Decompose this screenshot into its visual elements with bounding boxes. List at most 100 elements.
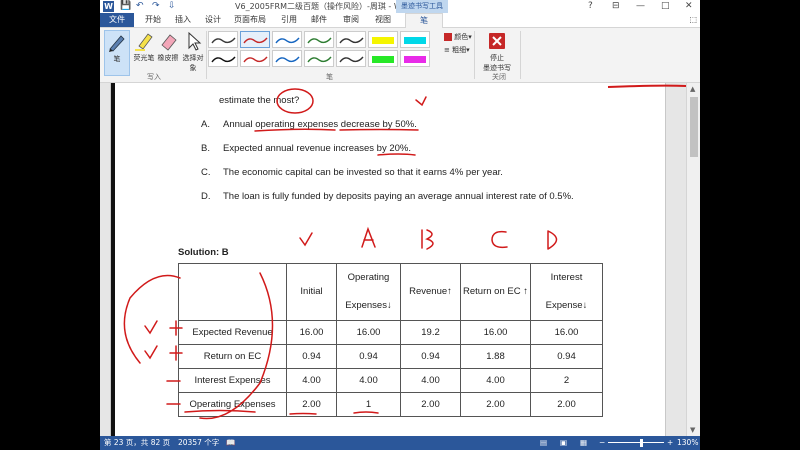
thickness-icon: ≡ xyxy=(444,46,450,54)
help-icon[interactable]: ? xyxy=(588,0,593,13)
tab-home[interactable]: 开始 xyxy=(140,13,166,27)
close-button[interactable]: ✕ xyxy=(685,0,693,13)
option-letter: A. xyxy=(201,119,210,130)
tab-view[interactable]: 视图 xyxy=(370,13,396,27)
user-avatar[interactable]: ⬚ xyxy=(689,13,697,27)
tab-design[interactable]: 设计 xyxy=(200,13,226,27)
document-page[interactable]: estimate the most? A. Annual operating e… xyxy=(110,83,666,436)
pen-style-swatch[interactable] xyxy=(400,31,430,48)
table-row-header: Expected Revenue xyxy=(178,320,287,345)
table-header: Initial xyxy=(286,263,337,321)
group-separator xyxy=(520,31,521,79)
pen-style-swatch[interactable] xyxy=(368,31,398,48)
table-row: Return on EC 0.94 0.94 0.94 1.88 0.94 xyxy=(178,344,603,369)
ribbon-tabs: 墨迹书写工具 文件 开始 插入 设计 页面布局 引用 邮件 审阅 视图 笔 ⬚ xyxy=(100,0,700,30)
table-cell: 0.94 xyxy=(336,344,401,369)
pens-group-label: 笔 xyxy=(326,73,333,81)
scroll-down-icon[interactable]: ▼ xyxy=(690,426,695,434)
tab-references[interactable]: 引用 xyxy=(276,13,302,27)
pen-stroke-icon xyxy=(275,37,300,44)
vertical-scrollbar[interactable]: ▲ ▼ xyxy=(686,83,700,436)
table-row-header: Return on EC xyxy=(178,344,287,369)
highlighter-stroke-icon xyxy=(372,56,394,63)
table-header: Interest Expense↓ xyxy=(530,263,603,321)
table-cell: 4.00 xyxy=(460,368,531,393)
pen-style-swatch[interactable] xyxy=(208,50,238,67)
option-letter: D. xyxy=(201,191,211,202)
pen-stroke-icon xyxy=(275,56,300,63)
highlighter-stroke-icon xyxy=(372,37,394,44)
zoom-in-button[interactable]: + xyxy=(667,436,673,450)
stop-inking-button[interactable]: 停止 墨迹书写 xyxy=(480,30,514,76)
option-text: The loan is fully funded by deposits pay… xyxy=(223,191,574,202)
ribbon-display-icon[interactable]: ⊟ xyxy=(612,0,620,13)
option-text: Annual operating expenses decrease by 50… xyxy=(223,119,417,130)
pen-style-swatch[interactable] xyxy=(336,50,366,67)
pen-gallery[interactable] xyxy=(208,31,434,69)
zoom-slider-knob[interactable] xyxy=(640,439,643,447)
tab-file[interactable]: 文件 xyxy=(100,13,134,27)
select-objects-button[interactable]: 选择对象 xyxy=(180,30,206,76)
highlighter-button[interactable]: 荧光笔 xyxy=(131,30,157,76)
highlighter-button-label: 荧光笔 xyxy=(133,54,155,62)
zoom-out-button[interactable]: − xyxy=(599,436,605,450)
pen-color-dropdown[interactable]: 颜色▾ xyxy=(444,32,472,42)
redo-icon[interactable]: ↷ xyxy=(152,0,160,13)
highlighter-stroke-icon xyxy=(404,56,426,63)
table-row-header: Interest Expenses xyxy=(178,368,287,393)
color-swatch-icon xyxy=(444,33,452,41)
print-layout-icon[interactable]: ▣ xyxy=(560,436,567,450)
pen-style-swatch[interactable] xyxy=(272,31,302,48)
document-area[interactable]: estimate the most? A. Annual operating e… xyxy=(100,83,686,436)
tab-mailings[interactable]: 邮件 xyxy=(306,13,332,27)
save-icon[interactable]: 💾 xyxy=(120,0,131,13)
word-window: W 💾 ↶ ↷ ⇩ V6_2005FRM二级百题（操作风险）-周琪 - Word… xyxy=(100,0,700,450)
option-letter: B. xyxy=(201,143,210,154)
word-count[interactable]: 20357 个字 xyxy=(178,436,219,450)
group-separator xyxy=(474,31,475,79)
page-left-edge xyxy=(111,83,115,436)
tab-insert[interactable]: 插入 xyxy=(170,13,196,27)
pen-thickness-dropdown[interactable]: ≡ 粗细▾ xyxy=(444,45,470,55)
minimize-button[interactable]: — xyxy=(636,0,645,13)
eraser-button[interactable]: 橡皮擦 xyxy=(155,30,181,76)
tab-review[interactable]: 审阅 xyxy=(338,13,364,27)
pen-button[interactable]: 笔 xyxy=(104,30,130,76)
page-count[interactable]: 第 23 页，共 82 页 xyxy=(104,436,170,450)
pen-style-swatch[interactable] xyxy=(240,31,270,48)
table-cell: 0.94 xyxy=(400,344,461,369)
solution-table: Initial Operating Expenses↓ Revenue↑ Ret… xyxy=(178,263,603,417)
pen-style-swatch[interactable] xyxy=(240,50,270,67)
zoom-slider[interactable] xyxy=(608,442,664,443)
customize-quick-access-icon[interactable]: ⇩ xyxy=(168,0,176,13)
option-text: The economic capital can be invested so … xyxy=(223,167,503,178)
pen-style-swatch[interactable] xyxy=(400,50,430,67)
pen-button-label: 笔 xyxy=(113,55,121,63)
arrow-cursor-icon xyxy=(188,31,202,51)
pen-style-swatch[interactable] xyxy=(208,31,238,48)
write-group-label: 写入 xyxy=(147,73,161,81)
pen-stroke-icon xyxy=(339,37,364,44)
scroll-up-icon[interactable]: ▲ xyxy=(690,85,695,93)
pen-style-swatch[interactable] xyxy=(304,50,334,67)
pen-thickness-label: 粗细 xyxy=(452,46,467,54)
pen-style-swatch[interactable] xyxy=(272,50,302,67)
word-logo-icon[interactable]: W xyxy=(103,1,114,12)
pen-stroke-icon xyxy=(211,37,236,44)
table-cell: 1.88 xyxy=(460,344,531,369)
option-letter: C. xyxy=(201,167,211,178)
maximize-button[interactable]: □ xyxy=(661,0,670,13)
read-mode-icon[interactable]: ▤ xyxy=(540,436,547,450)
zoom-level[interactable]: 130% xyxy=(677,436,698,450)
proofing-icon[interactable]: 📖 xyxy=(226,436,235,450)
stop-ink-icon xyxy=(489,33,505,49)
web-layout-icon[interactable]: ▦ xyxy=(580,436,587,450)
tab-page-layout[interactable]: 页面布局 xyxy=(230,13,270,27)
undo-icon[interactable]: ↶ xyxy=(136,0,144,13)
pen-style-swatch[interactable] xyxy=(304,31,334,48)
pen-stroke-icon xyxy=(307,37,332,44)
scrollbar-thumb[interactable] xyxy=(690,97,698,157)
pen-style-swatch[interactable] xyxy=(368,50,398,67)
table-header: Revenue↑ xyxy=(400,263,461,321)
pen-style-swatch[interactable] xyxy=(336,31,366,48)
